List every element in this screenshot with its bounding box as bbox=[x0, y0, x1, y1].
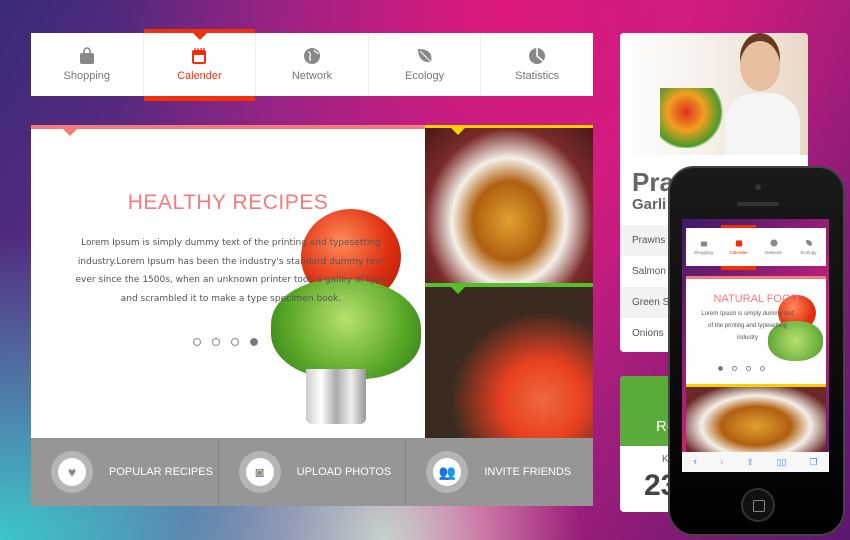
tab-label: Network bbox=[765, 250, 782, 255]
tab-label: Ecology bbox=[405, 70, 445, 82]
camera-icon: ◙ bbox=[245, 458, 274, 486]
action-label: POPULAR RECIPES bbox=[109, 466, 213, 478]
mobile-tab-shopping[interactable]: Shopping bbox=[686, 228, 721, 266]
shopping-bag-icon bbox=[79, 47, 94, 64]
mobile-nav: Shopping Calender Network Ecology bbox=[686, 225, 826, 270]
slider-dot-3[interactable] bbox=[746, 366, 751, 371]
globe-icon bbox=[303, 48, 320, 64]
tab-label: Ecology bbox=[800, 250, 817, 255]
sushi-image bbox=[425, 283, 593, 438]
popular-recipes-button[interactable]: ♥ POPULAR RECIPES bbox=[31, 438, 219, 506]
tab-calender[interactable]: Calender bbox=[143, 29, 257, 101]
slider-dot-4[interactable] bbox=[760, 366, 765, 371]
phone-screen: Shopping Calender Network Ecology NATURA… bbox=[682, 219, 829, 472]
tab-label: Shopping bbox=[63, 70, 111, 82]
tabs-icon[interactable]: ❐ bbox=[809, 457, 817, 468]
action-label: INVITE FRIENDS bbox=[484, 466, 572, 478]
users-icon: 👥 bbox=[433, 458, 462, 486]
action-bar: ♥ POPULAR RECIPES ◙ UPLOAD PHOTOS 👥 INVITE … bbox=[31, 438, 593, 506]
tab-ecology[interactable]: Ecology bbox=[369, 33, 482, 96]
woman-with-groceries-image bbox=[620, 33, 808, 155]
slider-dot-2[interactable] bbox=[732, 366, 737, 371]
mobile-slide-title: NATURAL FOOD bbox=[713, 293, 799, 305]
phone-home-button[interactable] bbox=[741, 488, 775, 522]
back-icon[interactable]: ‹ bbox=[693, 456, 697, 468]
mobile-tab-network[interactable]: Network bbox=[756, 228, 791, 266]
leaf-icon bbox=[417, 49, 433, 65]
slider-dots bbox=[193, 338, 258, 346]
phone-speaker bbox=[737, 202, 779, 206]
bookmarks-icon[interactable]: ▯▯ bbox=[777, 457, 787, 468]
globe-icon bbox=[769, 239, 778, 247]
slider-dot-3[interactable] bbox=[231, 338, 239, 346]
tab-label: Statistics bbox=[515, 70, 560, 82]
invite-friends-button[interactable]: 👥 INVITE FRIENDS bbox=[406, 438, 593, 506]
pancakes-image bbox=[425, 125, 593, 283]
top-nav: Shopping Calender Network Ecology Statis… bbox=[31, 29, 593, 101]
tab-label: Network bbox=[291, 70, 333, 82]
mobile-pancakes-image bbox=[686, 384, 826, 452]
tab-label: Shopping bbox=[693, 250, 714, 255]
slide-title: HEALTHY RECIPES bbox=[127, 191, 329, 214]
tab-network[interactable]: Network bbox=[256, 33, 369, 96]
heart-icon: ♥ bbox=[58, 458, 86, 486]
action-label: UPLOAD PHOTOS bbox=[296, 466, 392, 478]
slider-dot-4[interactable] bbox=[250, 338, 258, 346]
recipe-subtitle: Garli bbox=[632, 196, 667, 213]
upload-photos-button[interactable]: ◙ UPLOAD PHOTOS bbox=[219, 438, 407, 506]
slider-notch bbox=[63, 129, 77, 136]
phone-camera bbox=[755, 184, 761, 190]
phone-mockup: Shopping Calender Network Ecology NATURA… bbox=[668, 166, 845, 536]
tab-shopping[interactable]: Shopping bbox=[31, 33, 144, 96]
slider-dot-1[interactable] bbox=[718, 366, 723, 371]
slider-dot-2[interactable] bbox=[212, 338, 220, 346]
leaf-icon bbox=[805, 239, 812, 246]
calendar-icon bbox=[192, 48, 207, 64]
mobile-slider-dots bbox=[718, 366, 765, 371]
mobile-tab-ecology[interactable]: Ecology bbox=[791, 228, 826, 266]
slider: HEALTHY RECIPES Lorem Ipsum is simply du… bbox=[31, 125, 425, 438]
fork-image bbox=[306, 369, 366, 424]
share-icon[interactable]: ⇪ bbox=[746, 457, 754, 468]
calendar-icon bbox=[735, 240, 742, 247]
pie-chart-icon bbox=[529, 48, 546, 64]
browser-toolbar: ‹ › ⇪ ▯▯ ❐ bbox=[682, 452, 829, 472]
slide-text: Lorem Ipsum is simply dummy text of the … bbox=[75, 238, 387, 304]
slider-dot-1[interactable] bbox=[193, 338, 201, 346]
forward-icon[interactable]: › bbox=[720, 456, 724, 468]
tab-statistics[interactable]: Statistics bbox=[481, 33, 593, 96]
tab-label: Calender bbox=[177, 70, 222, 82]
mobile-tab-calender[interactable]: Calender bbox=[721, 225, 756, 270]
mobile-slide-text: Lorem Ipsum is simply dummy text of the … bbox=[701, 311, 794, 341]
tab-label: Calender bbox=[729, 250, 748, 255]
shopping-bag-icon bbox=[700, 241, 707, 247]
mobile-slider: NATURAL FOOD Lorem Ipsum is simply dummy… bbox=[686, 276, 826, 384]
